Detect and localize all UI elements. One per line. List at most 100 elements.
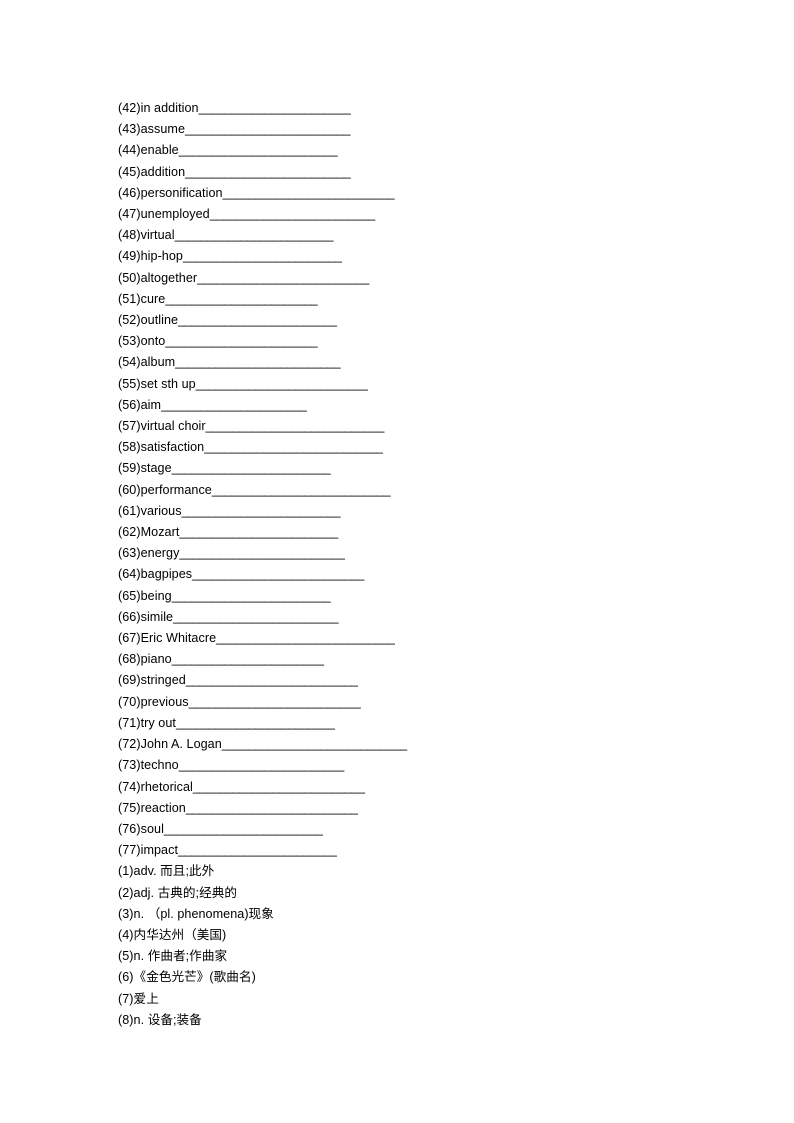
vocabulary-entry: (65)being________________________ bbox=[118, 586, 794, 607]
entry-answer-blank[interactable]: _________________________ bbox=[173, 610, 339, 624]
entry-number: (69) bbox=[118, 673, 141, 688]
gloss-entry: (6)《金色光芒》(歌曲名) bbox=[118, 967, 794, 988]
entry-answer-blank[interactable]: __________________________ bbox=[186, 673, 358, 687]
entry-answer-blank[interactable]: ________________________ bbox=[164, 822, 323, 836]
vocabulary-entry: (77)impact________________________ bbox=[118, 840, 794, 861]
vocabulary-entry: (44)enable________________________ bbox=[118, 140, 794, 161]
entry-answer-blank[interactable]: __________________________ bbox=[197, 271, 369, 285]
entry-number: (59) bbox=[118, 461, 141, 476]
vocabulary-entry: (53)onto_______________________ bbox=[118, 331, 794, 352]
entry-answer-blank[interactable]: _______________________ bbox=[199, 101, 351, 115]
vocabulary-entry: (74)rhetorical__________________________ bbox=[118, 777, 794, 798]
gloss-text: 《金色光芒》(歌曲名) bbox=[133, 970, 256, 985]
entry-answer-blank[interactable]: ________________________ bbox=[175, 228, 334, 242]
entry-term: try out bbox=[140, 715, 176, 730]
entry-number: (77) bbox=[118, 843, 141, 858]
entry-term: Mozart bbox=[140, 525, 180, 540]
entry-answer-blank[interactable]: ________________________ bbox=[172, 461, 331, 475]
vocabulary-entry: (71)try out________________________ bbox=[118, 713, 794, 734]
entry-term: satisfaction bbox=[140, 440, 205, 455]
entry-answer-blank[interactable]: ________________________ bbox=[179, 143, 338, 157]
entry-answer-blank[interactable]: _________________________ bbox=[179, 758, 345, 772]
vocabulary-entry: (76)soul________________________ bbox=[118, 819, 794, 840]
gloss-number: (5) bbox=[118, 949, 134, 964]
entry-term: onto bbox=[140, 334, 166, 349]
entry-number: (55) bbox=[118, 376, 141, 391]
vocabulary-entry: (66)simile_________________________ bbox=[118, 607, 794, 628]
entry-answer-blank[interactable]: ________________________ bbox=[179, 525, 338, 539]
gloss-entry: (1)adv. 而且;此外 bbox=[118, 861, 794, 882]
gloss-number: (8) bbox=[118, 1012, 134, 1027]
entry-answer-blank[interactable]: __________________________ bbox=[192, 567, 364, 581]
vocabulary-entry: (59)stage________________________ bbox=[118, 458, 794, 479]
entry-answer-blank[interactable]: ________________________ bbox=[178, 843, 337, 857]
gloss-number: (2) bbox=[118, 885, 134, 900]
entry-answer-blank[interactable]: ________________________ bbox=[176, 716, 335, 730]
entry-number: (47) bbox=[118, 207, 141, 222]
entry-term: addition bbox=[140, 164, 186, 179]
entry-answer-blank[interactable]: ___________________________ bbox=[206, 419, 385, 433]
entry-answer-blank[interactable]: __________________________ bbox=[223, 186, 395, 200]
entry-number: (60) bbox=[118, 482, 141, 497]
entry-number: (50) bbox=[118, 270, 141, 285]
entry-number: (42) bbox=[118, 101, 141, 115]
vocabulary-entry: (50)altogether__________________________ bbox=[118, 268, 794, 289]
vocabulary-entry: (43)assume_________________________ bbox=[118, 119, 794, 140]
entry-number: (61) bbox=[118, 503, 141, 518]
entry-term: stage bbox=[140, 461, 172, 476]
entry-answer-blank[interactable]: _________________________ bbox=[179, 546, 345, 560]
gloss-entry: (3)n. （pl. phenomena)现象 bbox=[118, 904, 794, 925]
entry-number: (72) bbox=[118, 737, 141, 752]
entry-term: aim bbox=[140, 397, 162, 412]
entry-answer-blank[interactable]: ___________________________ bbox=[204, 440, 383, 454]
entry-answer-blank[interactable]: _______________________ bbox=[172, 652, 324, 666]
entry-number: (70) bbox=[118, 694, 141, 709]
entry-number: (46) bbox=[118, 185, 141, 200]
gloss-text: 爱上 bbox=[133, 991, 159, 1006]
gloss-number: (6) bbox=[118, 970, 134, 985]
entry-answer-blank[interactable]: ___________________________ bbox=[216, 631, 395, 645]
vocabulary-entry: (62)Mozart________________________ bbox=[118, 522, 794, 543]
entry-number: (52) bbox=[118, 313, 141, 328]
entry-term: altogether bbox=[140, 270, 198, 285]
entry-answer-blank[interactable]: ______________________ bbox=[161, 398, 307, 412]
entry-answer-blank[interactable]: ________________________ bbox=[172, 589, 331, 603]
entry-answer-blank[interactable]: __________________________ bbox=[186, 801, 358, 815]
vocabulary-entry: (49)hip-hop________________________ bbox=[118, 246, 794, 267]
entry-answer-blank[interactable]: ________________________ bbox=[178, 313, 337, 327]
gloss-number: (1) bbox=[118, 864, 134, 879]
entry-answer-blank[interactable]: ___________________________ bbox=[212, 483, 391, 497]
entry-term: techno bbox=[140, 758, 179, 773]
entry-answer-blank[interactable]: _________________________ bbox=[175, 355, 341, 369]
entry-term: bagpipes bbox=[140, 567, 193, 582]
entry-answer-blank[interactable]: _________________________ bbox=[210, 207, 376, 221]
entry-answer-blank[interactable]: _________________________ bbox=[185, 165, 351, 179]
entry-number: (44) bbox=[118, 143, 141, 158]
gloss-number: (7) bbox=[118, 991, 134, 1006]
entry-term: rhetorical bbox=[140, 779, 193, 794]
entry-answer-blank[interactable]: _________________________ bbox=[185, 122, 351, 136]
entry-number: (49) bbox=[118, 249, 141, 264]
vocabulary-entry: (69)stringed__________________________ bbox=[118, 670, 794, 691]
vocabulary-entry: (64)bagpipes__________________________ bbox=[118, 564, 794, 585]
entry-answer-blank[interactable]: __________________________ bbox=[193, 780, 365, 794]
entry-answer-blank[interactable]: ________________________ bbox=[183, 249, 342, 263]
entry-term: personification bbox=[140, 185, 223, 200]
vocabulary-entry: (57)virtual choir_______________________… bbox=[118, 416, 794, 437]
entry-answer-blank[interactable]: __________________________ bbox=[196, 377, 368, 391]
vocabulary-entry: (58)satisfaction________________________… bbox=[118, 437, 794, 458]
entry-answer-blank[interactable]: ________________________ bbox=[182, 504, 341, 518]
entry-answer-blank[interactable]: _______________________ bbox=[165, 334, 317, 348]
entry-term: John A. Logan bbox=[140, 737, 222, 752]
entry-answer-blank[interactable]: _______________________ bbox=[165, 292, 317, 306]
entry-term: enable bbox=[140, 143, 179, 158]
entry-answer-blank[interactable]: ____________________________ bbox=[222, 737, 407, 751]
gloss-number: (3) bbox=[118, 906, 134, 921]
gloss-text: n. 设备;装备 bbox=[133, 1012, 202, 1027]
entry-term: piano bbox=[140, 652, 172, 667]
vocabulary-entry: (55)set sth up__________________________ bbox=[118, 374, 794, 395]
entry-term: assume bbox=[140, 122, 186, 137]
entry-answer-blank[interactable]: __________________________ bbox=[189, 695, 361, 709]
vocabulary-blank-list: (42)in addition_______________________ (4… bbox=[118, 98, 794, 861]
entry-number: (54) bbox=[118, 355, 141, 370]
